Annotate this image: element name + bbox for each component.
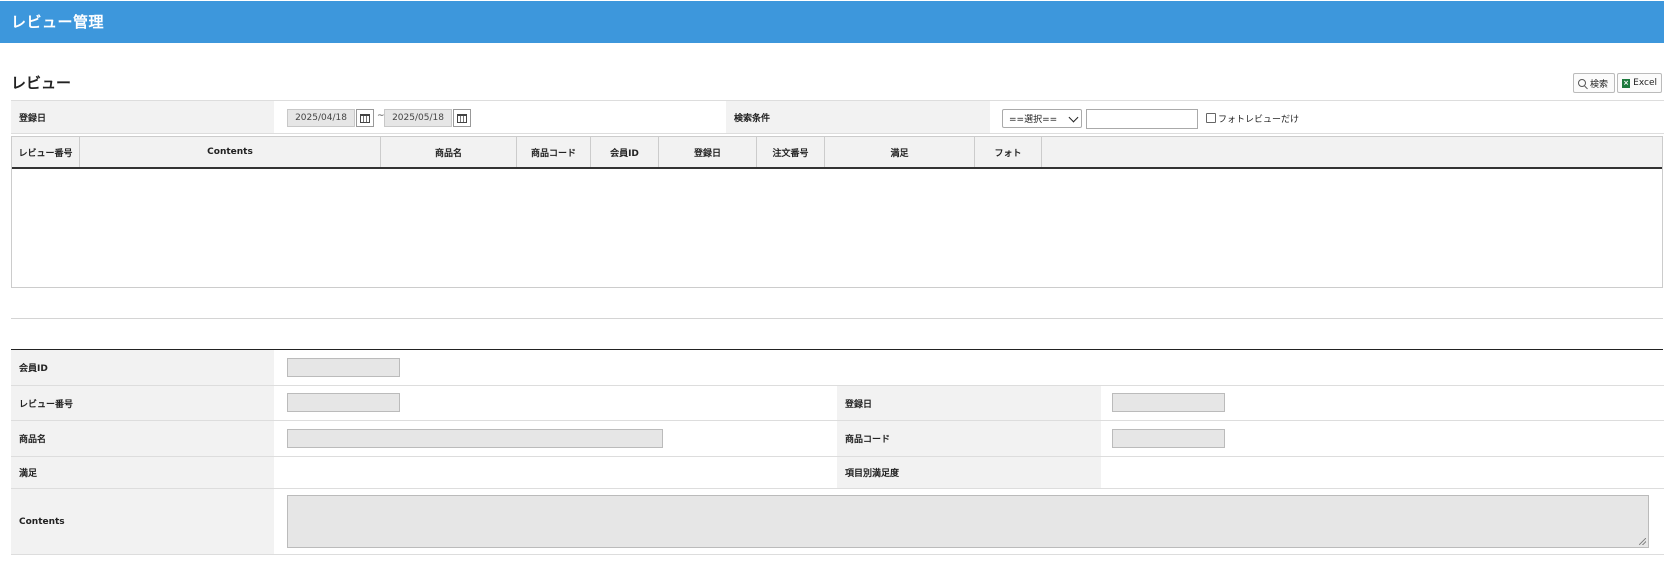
- review-no-label: レビュー番号: [11, 386, 274, 420]
- chevron-down-icon: [1068, 112, 1079, 123]
- condition-select[interactable]: ==選択==: [1002, 109, 1082, 128]
- condition-label: 検索条件: [726, 101, 990, 133]
- search-row: 登録日 2025/04/18 ~ 2025/05/18 検索条件 ==選択== …: [11, 100, 1664, 134]
- satisfaction-label: 満足: [11, 457, 274, 488]
- column-header[interactable]: 会員ID: [591, 137, 659, 167]
- column-header[interactable]: 注文番号: [757, 137, 825, 167]
- product-code-field: [1112, 429, 1225, 448]
- excel-export-button[interactable]: × Excel: [1617, 73, 1662, 93]
- date-to-calendar-button[interactable]: [453, 109, 471, 127]
- grid-header: レビュー番号 Contents 商品名 商品コード 会員ID 登録日 注文番号 …: [12, 137, 1662, 169]
- page-title: レビュー管理: [11, 13, 105, 31]
- detail-row-contents: Contents: [11, 489, 1664, 555]
- search-button-label: 検索: [1590, 79, 1609, 90]
- product-code-label: 商品コード: [837, 421, 1101, 456]
- calendar-icon: [457, 113, 467, 123]
- review-no-field: [287, 393, 400, 412]
- date-from-input[interactable]: 2025/04/18: [287, 109, 355, 127]
- condition-text-input[interactable]: [1086, 109, 1198, 129]
- date-label: 登録日: [11, 101, 274, 133]
- search-icon: [1578, 79, 1586, 87]
- column-header[interactable]: 登録日: [659, 137, 757, 167]
- item-satisfaction-label: 項目別満足度: [837, 457, 1101, 488]
- product-name-label: 商品名: [11, 421, 274, 456]
- column-header[interactable]: フォト: [975, 137, 1042, 167]
- condition-select-value: ==選択==: [1009, 115, 1058, 125]
- reg-date-field: [1112, 393, 1225, 412]
- review-grid: レビュー番号 Contents 商品名 商品コード 会員ID 登録日 注文番号 …: [11, 136, 1663, 288]
- date-to-input[interactable]: 2025/05/18: [384, 109, 452, 127]
- column-header[interactable]: レビュー番号: [12, 137, 80, 167]
- contents-label: Contents: [11, 489, 274, 554]
- detail-row-member: 会員ID: [11, 350, 1664, 386]
- detail-row-product: 商品名 商品コード: [11, 421, 1664, 457]
- column-header[interactable]: 満足: [825, 137, 975, 167]
- product-name-field: [287, 429, 663, 448]
- date-from-calendar-button[interactable]: [356, 109, 374, 127]
- section-title: レビュー: [11, 74, 72, 92]
- column-header[interactable]: 商品名: [381, 137, 517, 167]
- detail-row-satisfaction: 満足 項目別満足度: [11, 457, 1664, 489]
- contents-textarea[interactable]: [287, 495, 1649, 548]
- reg-date-label: 登録日: [837, 386, 1101, 420]
- member-id-label: 会員ID: [11, 350, 274, 385]
- excel-button-label: Excel: [1633, 78, 1657, 88]
- column-header[interactable]: 商品コード: [517, 137, 591, 167]
- detail-row-review: レビュー番号 登録日: [11, 386, 1664, 421]
- search-button[interactable]: 検索: [1573, 73, 1615, 93]
- excel-icon: ×: [1622, 78, 1631, 88]
- divider: [11, 318, 1663, 319]
- column-header[interactable]: Contents: [80, 137, 381, 167]
- photo-only-checkbox[interactable]: [1206, 113, 1216, 123]
- member-id-field: [287, 358, 400, 377]
- resize-handle-icon[interactable]: [1639, 538, 1646, 545]
- app-header: レビュー管理: [0, 1, 1664, 43]
- photo-only-label: フォトレビューだけ: [1218, 115, 1300, 125]
- calendar-icon: [360, 113, 370, 123]
